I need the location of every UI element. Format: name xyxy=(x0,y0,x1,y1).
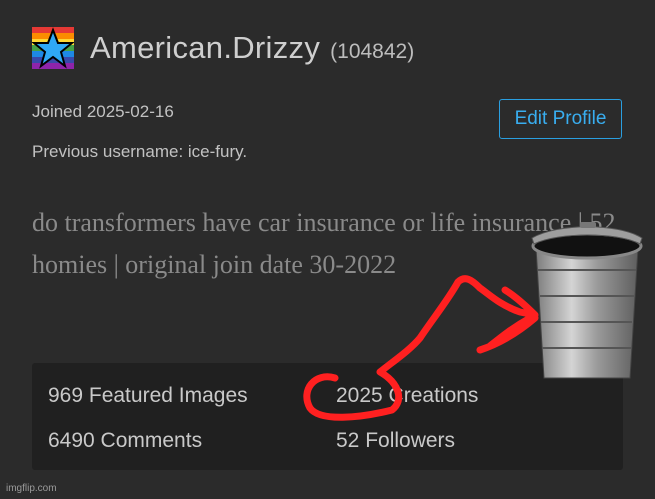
featured-images-count[interactable]: 969 Featured Images xyxy=(48,384,248,408)
trash-can-icon xyxy=(531,222,643,379)
profile-header: American.Drizzy (104842) xyxy=(32,22,414,74)
rainbow-star-icon xyxy=(32,27,74,69)
edit-profile-button[interactable]: Edit Profile xyxy=(499,99,622,139)
watermark: imgflip.com xyxy=(6,483,57,494)
followers-count[interactable]: 52 Followers xyxy=(336,429,455,453)
join-date: Joined 2025-02-16 xyxy=(32,102,174,121)
creations-count[interactable]: 2025 Creations xyxy=(336,384,478,408)
previous-username: Previous username: ice-fury. xyxy=(32,142,248,161)
username: American.Drizzy xyxy=(90,30,321,65)
user-id: (104842) xyxy=(330,40,415,63)
comments-count[interactable]: 6490 Comments xyxy=(48,429,202,453)
